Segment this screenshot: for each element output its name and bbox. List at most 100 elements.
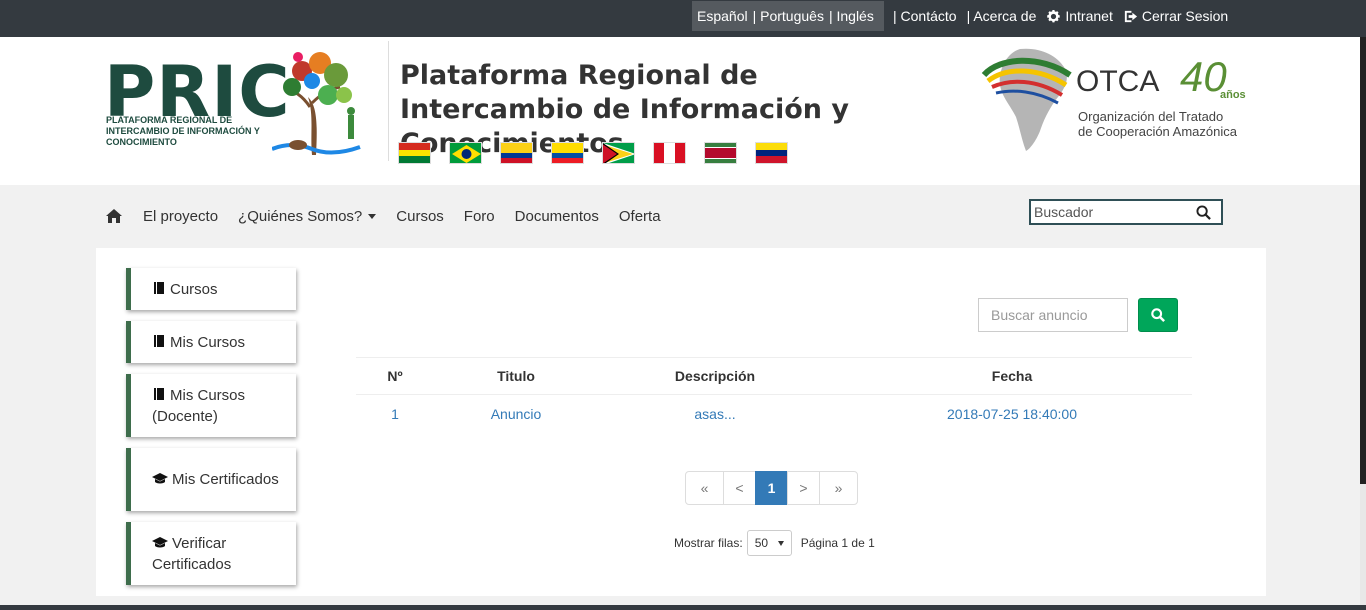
first-page-button[interactable]: « xyxy=(685,471,724,505)
colombia-flag[interactable] xyxy=(500,142,533,164)
acerca-de-link[interactable]: | Acerca de xyxy=(967,8,1037,24)
nav-quienes-somos-label: ¿Quiénes Somos? xyxy=(238,207,363,225)
language-selector: Español | Português | Inglés xyxy=(692,1,884,31)
current-page-button[interactable]: 1 xyxy=(755,471,788,505)
lang-espanol-link[interactable]: Español xyxy=(697,8,748,24)
sidebar-item-cursos-label: Cursos xyxy=(170,280,218,298)
contacto-label: | Contácto xyxy=(893,8,957,24)
otca-logo[interactable]: OTCA 40 años Organización del Tratado de… xyxy=(980,45,1270,155)
select-arrow-icon xyxy=(777,541,784,546)
last-page-button[interactable]: » xyxy=(819,471,858,505)
gear-icon xyxy=(1047,9,1061,22)
sidebar-item-mis-cursos-label: Mis Cursos xyxy=(170,333,246,351)
acerca-de-label: | Acerca de xyxy=(966,8,1037,24)
cerrar-sesion-link[interactable]: Cerrar Sesion xyxy=(1123,8,1228,24)
member-flags xyxy=(398,142,806,164)
prev-page-button[interactable]: < xyxy=(723,471,756,505)
book-icon xyxy=(154,281,164,294)
otca-subtitle-line1: Organización del Tratado xyxy=(1078,109,1224,124)
nav-oferta[interactable]: Oferta xyxy=(619,208,661,225)
announcement-search-button[interactable] xyxy=(1138,298,1178,332)
lang-portugues-link[interactable]: | Português xyxy=(753,8,824,24)
rows-control: Mostrar filas: 50 Página 1 de 1 xyxy=(674,530,875,556)
scrollbar-track[interactable] xyxy=(1360,37,1366,484)
table-header-row: Nº Titulo Descripción Fecha xyxy=(356,357,1192,395)
cell-fecha[interactable]: 2018-07-25 18:40:00 xyxy=(832,395,1192,433)
scrollbar-thumb[interactable] xyxy=(1360,484,1366,610)
cerrar-sesion-label: Cerrar Sesion xyxy=(1141,8,1229,24)
cell-descripcion[interactable]: asas... xyxy=(598,395,832,433)
home-link[interactable] xyxy=(105,208,123,224)
pric-logo[interactable]: PRIC PLATAFORMA REGIONAL DE INTERCAMBIO … xyxy=(104,45,361,157)
nav-cursos[interactable]: Cursos xyxy=(396,208,444,225)
sidebar-item-mis-certificados[interactable]: Mis Certificados xyxy=(126,448,296,511)
column-header-descripcion[interactable]: Descripción xyxy=(598,357,832,395)
contacto-link[interactable]: | Contácto xyxy=(893,8,957,24)
graduation-cap-icon xyxy=(152,536,168,547)
sidebar-item-label: Mis Certificados xyxy=(152,469,279,490)
sidebar-item-mis-cursos-docente[interactable]: Mis Cursos (Docente) xyxy=(126,374,296,437)
intranet-link[interactable]: Intranet xyxy=(1046,8,1113,24)
cell-titulo[interactable]: Anuncio xyxy=(434,395,598,433)
caret-down-icon xyxy=(368,213,377,219)
intranet-label: Intranet xyxy=(1065,8,1113,24)
column-header-titulo[interactable]: Titulo xyxy=(434,357,598,395)
otca-subtitle: Organización del Tratado de Cooperación … xyxy=(1078,109,1237,139)
bolivia-flag[interactable] xyxy=(398,142,431,164)
announcements-table: Nº Titulo Descripción Fecha 1 Anuncio as… xyxy=(356,357,1192,433)
column-header-numero[interactable]: Nº xyxy=(356,357,434,395)
ecuador-flag[interactable] xyxy=(551,142,584,164)
pagination: « < 1 > » xyxy=(685,471,858,505)
next-page-button[interactable]: > xyxy=(787,471,820,505)
search-icon[interactable] xyxy=(1196,205,1211,220)
rows-per-page-value: 50 xyxy=(754,536,769,550)
site-header: PRIC PLATAFORMA REGIONAL DE INTERCAMBIO … xyxy=(0,37,1360,185)
home-icon xyxy=(106,209,122,223)
book-icon xyxy=(154,334,164,347)
nav-foro[interactable]: Foro xyxy=(464,208,495,225)
brazil-flag[interactable] xyxy=(449,142,482,164)
lang-ingles-link[interactable]: | Inglés xyxy=(829,8,874,24)
footer-bar xyxy=(0,605,1366,610)
sidebar-item-label: Mis Cursos (Docente) xyxy=(152,385,286,427)
nav-documentos[interactable]: Documentos xyxy=(515,208,599,225)
nav-menu: El proyecto ¿Quiénes Somos? Cursos Foro … xyxy=(105,185,681,247)
site-search-input[interactable] xyxy=(1031,204,1191,220)
suriname-flag[interactable] xyxy=(704,142,737,164)
search-icon xyxy=(1151,308,1165,322)
content-panel: Cursos Mis Cursos Mis Cursos (Docente) M… xyxy=(96,248,1266,596)
sidebar-item-mis-certificados-label: Mis Certificados xyxy=(172,471,279,488)
cell-numero[interactable]: 1 xyxy=(356,395,434,433)
guyana-flag[interactable] xyxy=(602,142,635,164)
top-links: | Contácto | Acerca de Intranet Cerrar S… xyxy=(893,0,1238,32)
rows-per-page-select[interactable]: 50 xyxy=(746,530,792,556)
sidebar-item-label: Mis Cursos xyxy=(152,332,245,353)
rows-label: Mostrar filas: xyxy=(674,536,743,550)
nav-quienes-somos[interactable]: ¿Quiénes Somos? xyxy=(238,207,377,225)
book-icon xyxy=(154,387,164,400)
otca-name: OTCA xyxy=(1076,65,1160,98)
otca-subtitle-line2: de Cooperación Amazónica xyxy=(1078,124,1237,139)
south-america-map-icon xyxy=(981,48,1072,152)
logo-subtitle: PLATAFORMA REGIONAL DE INTERCAMBIO DE IN… xyxy=(106,115,260,147)
main-navbar: El proyecto ¿Quiénes Somos? Cursos Foro … xyxy=(0,185,1360,247)
graduation-cap-icon xyxy=(152,473,168,484)
sidebar-item-label: Cursos xyxy=(152,279,218,300)
sidebar-item-mis-cursos[interactable]: Mis Cursos xyxy=(126,321,296,363)
sidebar-item-verificar-certificados[interactable]: Verificar Certificados xyxy=(126,522,296,585)
peru-flag[interactable] xyxy=(653,142,686,164)
announcement-search-input[interactable] xyxy=(978,298,1128,332)
logout-icon xyxy=(1124,10,1137,22)
sidebar-item-label: Verificar Certificados xyxy=(152,533,286,575)
sidebar-item-cursos[interactable]: Cursos xyxy=(126,268,296,310)
tree-logo-icon xyxy=(272,52,361,155)
otca-anos: años xyxy=(1220,89,1246,101)
column-header-fecha[interactable]: Fecha xyxy=(832,357,1192,395)
page-info: Página 1 de 1 xyxy=(800,536,875,550)
site-search xyxy=(1029,199,1223,225)
top-bar: Español | Português | Inglés | Contácto … xyxy=(0,0,1366,37)
table-row[interactable]: 1 Anuncio asas... 2018-07-25 18:40:00 xyxy=(356,395,1192,433)
venezuela-flag[interactable] xyxy=(755,142,788,164)
nav-el-proyecto[interactable]: El proyecto xyxy=(143,208,218,225)
header-divider xyxy=(388,41,389,161)
